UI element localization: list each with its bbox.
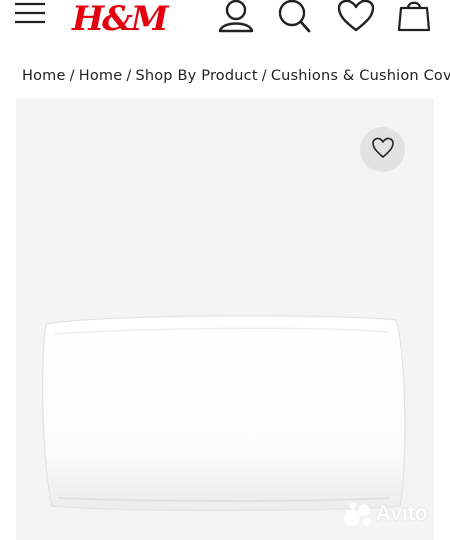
breadcrumb-separator: / bbox=[126, 68, 132, 84]
bag-icon[interactable] bbox=[396, 0, 432, 34]
breadcrumb-separator: / bbox=[261, 68, 267, 84]
breadcrumb-home-category[interactable]: Home bbox=[79, 68, 123, 84]
watermark: Avito bbox=[342, 500, 442, 528]
breadcrumb-home[interactable]: Home bbox=[22, 68, 66, 84]
breadcrumb-cushions[interactable]: Cushions & Cushion Covers bbox=[271, 68, 450, 84]
heart-icon bbox=[371, 137, 395, 163]
brand-logo[interactable]: H&M bbox=[72, 0, 168, 40]
add-to-favorites-button[interactable] bbox=[360, 127, 405, 172]
product-image-pillow bbox=[40, 312, 412, 514]
breadcrumb-shop-by-product[interactable]: Shop By Product bbox=[135, 68, 257, 84]
account-icon[interactable] bbox=[216, 0, 256, 34]
avito-logo-icon bbox=[342, 501, 374, 527]
breadcrumb-separator: / bbox=[69, 68, 75, 84]
site-header: H&M bbox=[0, 0, 450, 48]
watermark-text: Avito bbox=[376, 502, 428, 525]
breadcrumb: Home / Home / Shop By Product / Cushions & Cus… bbox=[22, 68, 450, 90]
search-icon[interactable] bbox=[274, 0, 314, 34]
logo-text: H&M bbox=[72, 0, 168, 39]
heart-icon[interactable] bbox=[336, 0, 376, 34]
menu-icon[interactable] bbox=[14, 0, 48, 28]
